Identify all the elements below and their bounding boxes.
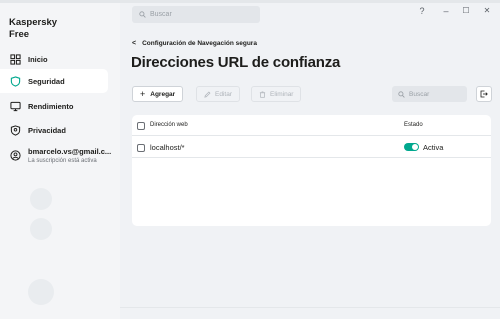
- search-placeholder: Buscar: [409, 90, 430, 98]
- toggle-knob: [412, 144, 418, 150]
- sidebar-item-rendimiento[interactable]: Rendimiento: [0, 94, 108, 118]
- breadcrumb-label[interactable]: Configuración de Navegación segura: [142, 40, 257, 47]
- maximize-button[interactable]: ☐: [459, 6, 473, 15]
- export-button[interactable]: [476, 86, 492, 102]
- app-name-line2: Free: [9, 29, 30, 40]
- add-button-label: Agregar: [150, 90, 176, 98]
- delete-button-label: Eliminar: [270, 90, 294, 98]
- sidebar-item-label: Rendimiento: [28, 101, 74, 111]
- plus-icon: +: [140, 89, 146, 99]
- minimize-button[interactable]: –: [439, 6, 453, 16]
- app-logo-text: Kaspersky Free: [9, 17, 57, 41]
- column-header-url[interactable]: Dirección web: [150, 122, 188, 128]
- pencil-icon: [204, 91, 211, 98]
- add-button[interactable]: + Agregar: [132, 86, 184, 102]
- table-header: Dirección web Estado: [132, 115, 491, 136]
- close-button[interactable]: ✕: [480, 6, 494, 15]
- column-header-state[interactable]: Estado: [404, 122, 423, 128]
- edit-button[interactable]: Editar: [196, 86, 240, 102]
- sidebar-item-inicio[interactable]: Inicio: [0, 47, 108, 71]
- subscription-status: La suscripción está activa: [28, 158, 97, 164]
- decorative-shape: [28, 279, 54, 305]
- privacy-icon: [9, 124, 21, 136]
- sidebar-item-privacidad[interactable]: Privacidad: [0, 118, 108, 142]
- sidebar-item-label: Privacidad: [28, 125, 66, 135]
- search-placeholder: Buscar: [150, 11, 172, 18]
- monitor-icon: [9, 100, 21, 112]
- trusted-urls-table: Dirección web Estado localhost/* Activa: [132, 115, 491, 226]
- sidebar-item-label: Seguridad: [28, 76, 65, 86]
- state-toggle[interactable]: [404, 143, 419, 151]
- search-icon: [398, 90, 405, 98]
- decorative-shape: [30, 188, 52, 210]
- table-row[interactable]: localhost/* Activa: [132, 137, 491, 158]
- trash-icon: [259, 91, 266, 98]
- divider: [120, 307, 500, 308]
- help-button[interactable]: ?: [415, 6, 429, 16]
- user-icon: [9, 149, 21, 161]
- app-name-line1: Kaspersky: [9, 17, 58, 28]
- back-chevron-icon[interactable]: <: [132, 40, 136, 47]
- global-search-input[interactable]: Buscar: [132, 6, 260, 23]
- breadcrumb[interactable]: < Configuración de Navegación segura: [132, 40, 257, 47]
- sidebar-item-seguridad[interactable]: Seguridad: [0, 69, 108, 93]
- list-search-input[interactable]: Buscar: [392, 86, 467, 102]
- select-all-checkbox[interactable]: [137, 122, 145, 130]
- account-email: bmarcelo.vs@gmail.c...: [28, 147, 112, 156]
- shield-icon: [9, 75, 21, 87]
- url-cell: localhost/*: [150, 143, 185, 152]
- grid-icon: [9, 53, 21, 65]
- sidebar-item-label: Inicio: [28, 54, 48, 64]
- row-checkbox[interactable]: [137, 144, 145, 152]
- edit-button-label: Editar: [215, 90, 232, 98]
- state-cell: Activa: [423, 143, 444, 152]
- sidebar: Kaspersky Free Inicio Seguridad Rendimie…: [0, 3, 120, 319]
- decorative-shape: [30, 218, 52, 240]
- search-icon: [139, 11, 146, 18]
- account-item[interactable]: bmarcelo.vs@gmail.c... La suscripción es…: [9, 147, 111, 164]
- export-icon: [480, 90, 488, 98]
- delete-button[interactable]: Eliminar: [251, 86, 302, 102]
- page-title: Direcciones URL de confianza: [131, 54, 341, 71]
